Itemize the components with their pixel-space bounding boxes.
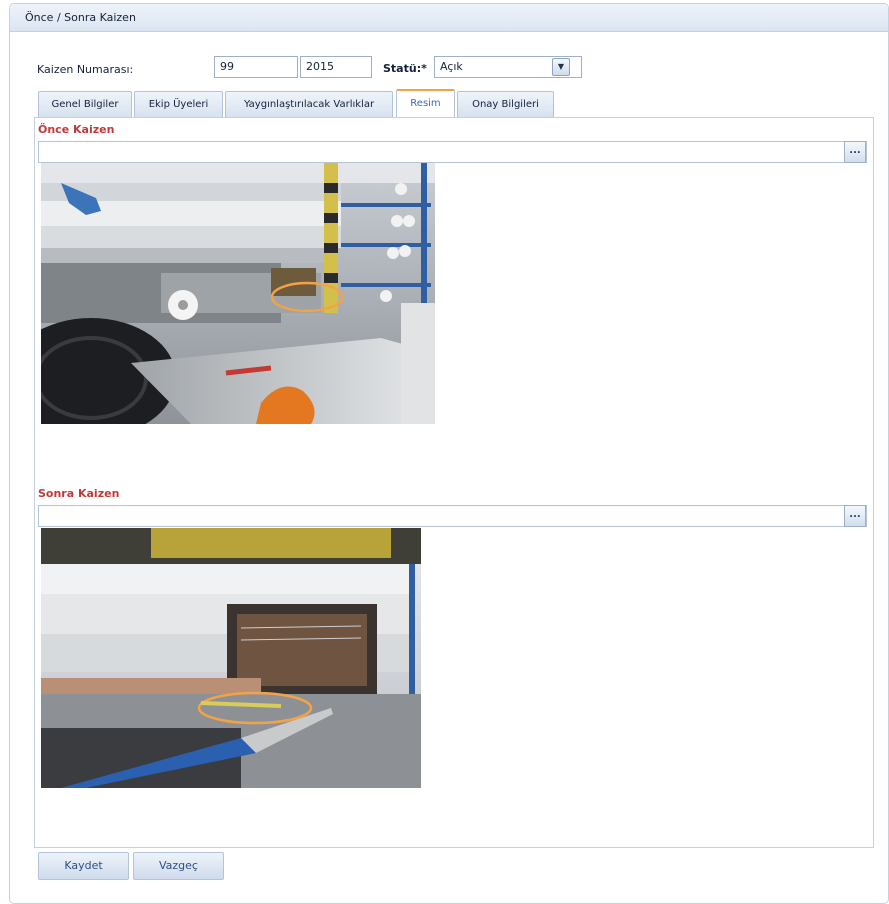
tab-genel-bilgiler[interactable]: Genel Bilgiler xyxy=(38,91,132,118)
tab-resim[interactable]: Resim xyxy=(396,89,455,118)
save-button[interactable]: Kaydet xyxy=(38,852,129,880)
window-titlebar: Önce / Sonra Kaizen xyxy=(10,4,888,32)
before-kaizen-photo xyxy=(41,163,435,424)
kaizen-number-input[interactable]: 99 xyxy=(214,56,298,78)
status-label: Statü:* xyxy=(383,62,427,75)
after-kaizen-label: Sonra Kaizen xyxy=(38,487,120,500)
after-upload-field[interactable]: ... xyxy=(38,505,867,527)
kaizen-number-label: Kaizen Numarası: xyxy=(37,63,134,76)
tab-yayginlastirilacak-varliklar[interactable]: Yaygınlaştırılacak Varlıklar xyxy=(225,91,393,118)
tab-ekip-uyeleri[interactable]: Ekip Üyeleri xyxy=(134,91,223,118)
ellipsis-icon[interactable]: ... xyxy=(844,505,866,527)
ellipsis-icon[interactable]: ... xyxy=(844,141,866,163)
before-upload-field[interactable]: ... xyxy=(38,141,867,163)
cancel-button[interactable]: Vazgeç xyxy=(133,852,224,880)
kaizen-year-input[interactable]: 2015 xyxy=(300,56,372,78)
status-value: Açık xyxy=(440,60,463,73)
chevron-down-icon[interactable]: ▼ xyxy=(552,58,570,76)
after-kaizen-photo xyxy=(41,528,421,788)
tab-onay-bilgileri[interactable]: Onay Bilgileri xyxy=(457,91,554,118)
before-kaizen-label: Önce Kaizen xyxy=(38,123,115,136)
window-title: Önce / Sonra Kaizen xyxy=(25,11,136,24)
